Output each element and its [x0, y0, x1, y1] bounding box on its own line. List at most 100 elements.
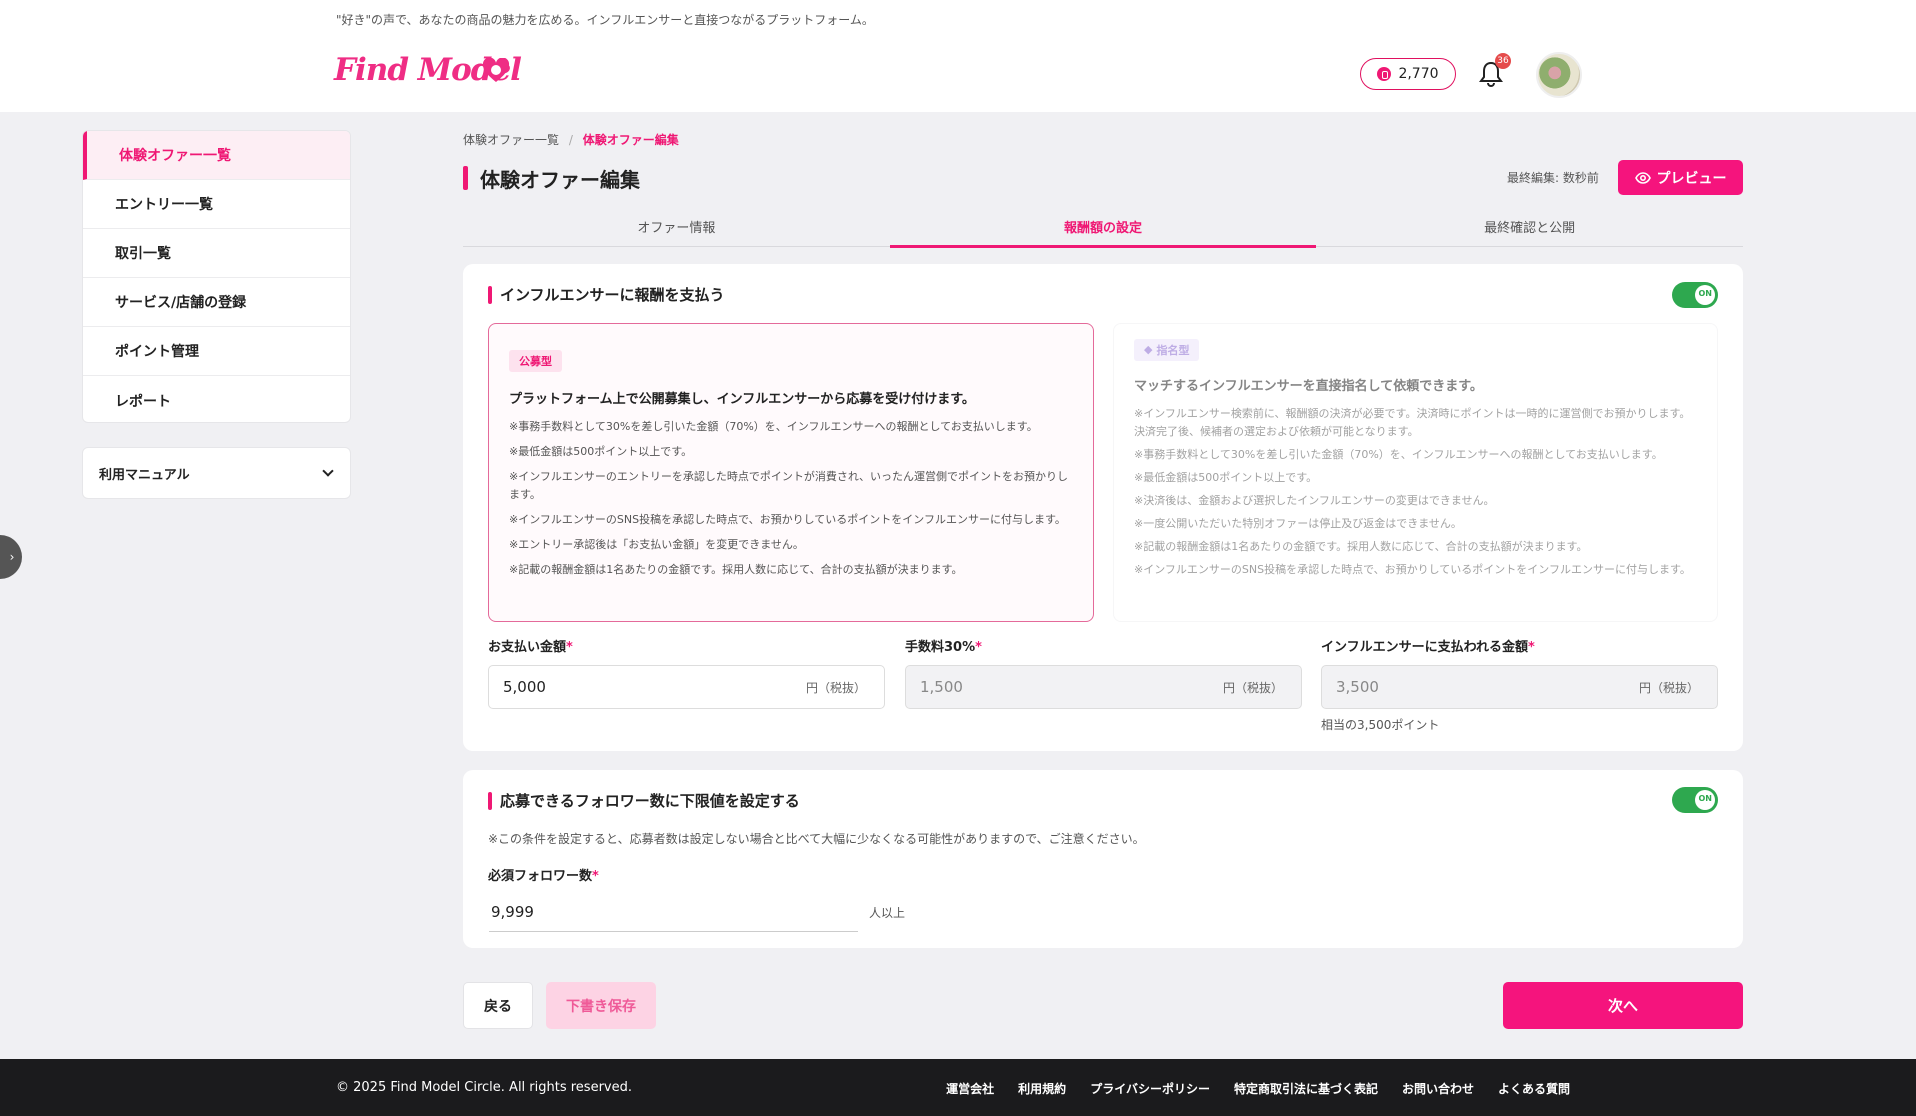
page-title: 体験オファー編集: [480, 168, 640, 192]
sidebar-item-service-registration[interactable]: サービス/店舗の登録: [83, 278, 350, 327]
save-draft-button[interactable]: 下書き保存: [546, 982, 656, 1029]
fee-label: 手数料30%*: [905, 636, 982, 655]
influencer-amount-label: インフルエンサーに支払われる金額*: [1321, 636, 1535, 655]
reward-card: インフルエンサーに報酬を支払う ON 公募型 プラットフォーム上で公開募集し、イ…: [463, 264, 1743, 751]
nominate-offer-note: ※インフルエンサー検索前に、報酬額の決済が必要です。決済時にポイントは一時的に運…: [1134, 406, 1691, 438]
required-mark: *: [592, 869, 599, 884]
footer-links: 運営会社 利用規約 プライバシーポリシー 特定商取引法に基づく表記 お問い合わせ…: [946, 1080, 1570, 1097]
toggle-on-label: ON: [1698, 794, 1713, 803]
public-offer-note: ※インフルエンサーのエントリーを承認した時点でポイントが消費され、いったん運営側…: [509, 470, 1068, 501]
tab-final-review[interactable]: 最終確認と公開: [1316, 212, 1743, 246]
breadcrumb-separator: /: [568, 133, 573, 147]
public-offer-heading: プラットフォーム上で公開募集し、インフルエンサーから応募を受け付けます。: [509, 392, 975, 407]
step-tabs: オファー情報 報酬額の設定 最終確認と公開: [463, 212, 1743, 248]
top-header: "好き"の声で、あなたの商品の魅力を広める。インフルエンサーと直接つながるプラッ…: [0, 0, 1916, 112]
next-button[interactable]: 次へ: [1503, 982, 1743, 1029]
nominate-offer-heading: マッチするインフルエンサーを直接指名して依頼できます。: [1134, 378, 1483, 394]
tab-offer-info[interactable]: オファー情報: [463, 212, 890, 246]
footer-link-commerce-law[interactable]: 特定商取引法に基づく表記: [1234, 1080, 1378, 1097]
sidebar-item-offer-list[interactable]: 体験オファー一覧: [83, 131, 350, 180]
heart-logo-icon: [482, 58, 510, 82]
points-value: 2,770: [1398, 66, 1439, 82]
nominate-badge-label: 指名型: [1156, 343, 1190, 357]
follower-toggle[interactable]: ON: [1672, 787, 1718, 813]
payment-amount-value: 5,000: [503, 678, 546, 696]
points-balance[interactable]: 2,770: [1360, 58, 1456, 90]
payment-amount-label: お支払い金額*: [488, 636, 573, 655]
required-mark: *: [975, 640, 982, 655]
title-accent-bar: [463, 166, 468, 190]
payment-amount-input[interactable]: 5,000 円（税抜）: [488, 665, 885, 709]
manual-dropdown[interactable]: 利用マニュアル: [82, 447, 351, 499]
footer-link-contact[interactable]: お問い合わせ: [1402, 1080, 1474, 1097]
footer-link-terms[interactable]: 利用規約: [1018, 1080, 1066, 1097]
fee-field: 1,500 円（税抜）: [905, 665, 1302, 709]
public-offer-note: ※エントリー承認後は「お支払い金額」を変更できません。: [509, 538, 804, 551]
influencer-amount-field: 3,500 円（税抜）: [1321, 665, 1718, 709]
chevron-down-icon: [322, 465, 334, 477]
nominate-offer-badge: ◆ 指名型: [1134, 338, 1200, 361]
required-mark: *: [1527, 640, 1535, 655]
section-accent-bar: [488, 792, 492, 810]
nominate-offer-note: ※決済後は、金額および選択したインフルエンサーの変更はできません。: [1134, 493, 1495, 507]
public-offer-note: ※記載の報酬金額は1名あたりの金額です。採用人数に応じて、合計の支払額が決まりま…: [509, 563, 963, 576]
required-mark: *: [566, 640, 573, 655]
influencer-amount-label-text: インフルエンサーに支払われる金額: [1321, 640, 1528, 655]
follower-caution-note: ※この条件を設定すると、応募者数は設定しない場合と比べて大幅に少なくなる可能性が…: [488, 832, 1145, 846]
sidebar-item-entry-list[interactable]: エントリー一覧: [83, 180, 350, 229]
sidebar-item-report[interactable]: レポート: [83, 376, 350, 422]
fee-label-text: 手数料30%: [905, 640, 976, 655]
required-followers-label-text: 必須フォロワー数: [488, 869, 593, 884]
influencer-amount-unit: 円（税抜）: [1638, 680, 1699, 695]
influencer-amount-value: 3,500: [1336, 678, 1379, 696]
sidebar-nav: 体験オファー一覧 エントリー一覧 取引一覧 サービス/店舗の登録 ポイント管理 …: [82, 130, 351, 423]
public-offer-badge: 公募型: [509, 350, 562, 372]
nominate-offer-note: ※事務手数料として30%を差し引いた金額（70%）を、インフルエンサーへの報酬と…: [1134, 447, 1663, 461]
eye-icon: [1634, 171, 1651, 184]
sidebar-toggle-handle[interactable]: ›: [0, 535, 22, 579]
nominate-offer-note: ※インフルエンサーのSNS投稿を承認した時点で、お預かりしているポイントをインフ…: [1134, 562, 1691, 576]
payment-amount-label-text: お支払い金額: [488, 640, 567, 655]
breadcrumb-current: 体験オファー編集: [582, 133, 679, 147]
back-button[interactable]: 戻る: [463, 982, 533, 1029]
breadcrumb-parent-link[interactable]: 体験オファー一覧: [463, 133, 559, 147]
footer-link-privacy[interactable]: プライバシーポリシー: [1090, 1080, 1210, 1097]
sidebar-item-points[interactable]: ポイント管理: [83, 327, 350, 376]
section-accent-bar: [488, 286, 492, 304]
followers-suffix: 人以上: [869, 906, 906, 920]
footer-link-company[interactable]: 運営会社: [946, 1080, 994, 1097]
tab-reward-settings[interactable]: 報酬額の設定: [889, 212, 1317, 248]
public-offer-note: ※事務手数料として30%を差し引いた金額（70%）を、インフルエンサーへの報酬と…: [509, 420, 1038, 433]
required-followers-label: 必須フォロワー数*: [488, 865, 599, 884]
footer-link-faq[interactable]: よくある質問: [1498, 1080, 1570, 1097]
logo[interactable]: Find Model: [334, 52, 522, 92]
sidebar-item-transactions[interactable]: 取引一覧: [83, 229, 350, 278]
points-icon: [1377, 67, 1392, 81]
reward-toggle[interactable]: ON: [1672, 282, 1718, 308]
nominate-offer-note: ※最低金額は500ポイント以上です。: [1134, 470, 1318, 484]
preview-button[interactable]: プレビュー: [1618, 160, 1743, 195]
notification-badge: 36: [1495, 53, 1511, 69]
fee-unit: 円（税抜）: [1222, 680, 1283, 695]
fee-value: 1,500: [920, 678, 963, 696]
manual-label: 利用マニュアル: [99, 467, 190, 483]
copyright: © 2025 Find Model Circle. All rights res…: [336, 1080, 632, 1095]
footer: © 2025 Find Model Circle. All rights res…: [0, 1059, 1916, 1116]
nominate-offer-note: ※記載の報酬金額は1名あたりの金額です。採用人数に応じて、合計の支払額が決まりま…: [1134, 539, 1588, 553]
public-offer-note: ※最低金額は500ポイント以上です。: [509, 445, 693, 458]
avatar[interactable]: [1536, 52, 1582, 98]
public-offer-note: ※インフルエンサーのSNS投稿を承認した時点で、お預かりしているポイントをインフ…: [509, 513, 1066, 526]
nominate-offer-note: ※一度公開いただいた特別オファーは停止及び返金はできません。: [1134, 516, 1462, 530]
follower-section-title: 応募できるフォロワー数に下限値を設定する: [500, 792, 800, 810]
chevron-right-icon: ›: [9, 550, 15, 564]
public-offer-option[interactable]: 公募型 プラットフォーム上で公開募集し、インフルエンサーから応募を受け付けます。…: [488, 323, 1094, 622]
diamond-icon: ◆: [1144, 343, 1153, 356]
reward-section-title: インフルエンサーに報酬を支払う: [500, 286, 725, 304]
toggle-on-label: ON: [1698, 289, 1713, 298]
last-edited-status: 最終編集: 数秒前: [1507, 171, 1599, 185]
site-tagline: "好き"の声で、あなたの商品の魅力を広める。インフルエンサーと直接つながるプラッ…: [336, 13, 874, 27]
nominate-offer-option[interactable]: ◆ 指名型 マッチするインフルエンサーを直接指名して依頼できます。 ※インフルエ…: [1113, 323, 1718, 622]
payment-amount-unit: 円（税抜）: [805, 680, 866, 695]
required-followers-input[interactable]: 9,999: [489, 892, 858, 932]
breadcrumb: 体験オファー一覧 / 体験オファー編集: [463, 131, 679, 148]
